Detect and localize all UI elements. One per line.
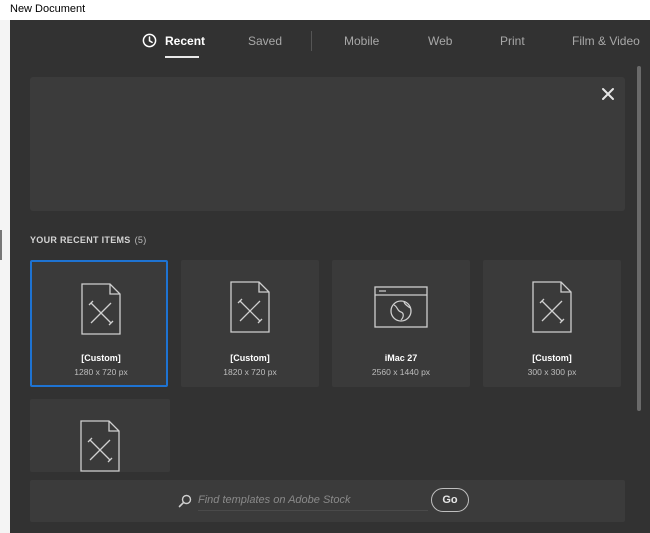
scrollbar-thumb[interactable] [637, 66, 641, 411]
background-window-mark [0, 230, 2, 260]
background-window-edge [0, 20, 10, 533]
stock-search-bar: Go [30, 480, 625, 522]
close-icon[interactable] [598, 84, 618, 104]
tab-film-video[interactable]: Film & Video [572, 34, 640, 48]
recent-item-card[interactable]: [Custom] 1280 x 720 px [30, 260, 168, 387]
scrollbar[interactable] [637, 66, 641, 466]
category-tabs: Recent Saved Mobile Web Print Film & Vid… [10, 20, 650, 60]
active-tab-indicator [165, 56, 199, 58]
tab-divider [311, 31, 312, 51]
recent-item-card[interactable]: [Custom] 1820 x 720 px [181, 260, 319, 387]
recent-item-dimensions: 2560 x 1440 px [371, 367, 431, 377]
document-pencil-icon [81, 283, 121, 335]
tab-web[interactable]: Web [428, 34, 452, 48]
stock-search-input[interactable] [198, 490, 428, 511]
recent-item-name: iMac 27 [384, 353, 418, 363]
window-title: New Document [10, 3, 86, 15]
recent-item-card[interactable]: iMac 27 2560 x 1440 px [332, 260, 470, 387]
window-titlebar: New Document [0, 0, 650, 20]
tab-recent[interactable]: Recent [165, 34, 205, 48]
recent-item-name: [Custom] [230, 353, 270, 363]
search-icon [178, 494, 192, 508]
document-pencil-icon [532, 281, 572, 333]
new-document-dialog: Recent Saved Mobile Web Print Film & Vid… [10, 20, 650, 533]
recent-item-dimensions: 1820 x 720 px [223, 367, 277, 377]
document-pencil-icon [80, 420, 120, 472]
document-pencil-icon [230, 281, 270, 333]
recent-item-name: [Custom] [532, 353, 572, 363]
go-button[interactable]: Go [431, 488, 469, 512]
recent-item-card[interactable]: [Custom] 300 x 300 px [483, 260, 621, 387]
tab-mobile[interactable]: Mobile [344, 34, 379, 48]
recent-item-name: [Custom] [81, 353, 121, 363]
tab-print[interactable]: Print [500, 34, 525, 48]
recent-item-card[interactable] [30, 399, 170, 472]
browser-globe-icon [374, 286, 428, 328]
recent-item-dimensions: 1280 x 720 px [74, 367, 128, 377]
tab-saved[interactable]: Saved [248, 34, 282, 48]
clock-icon [142, 33, 157, 48]
promo-banner [30, 77, 625, 211]
recent-item-dimensions: 300 x 300 px [527, 367, 577, 377]
recent-items-heading: YOUR RECENT ITEMS (5) [30, 235, 147, 245]
recent-items-count: (5) [134, 235, 147, 245]
recent-items-heading-label: YOUR RECENT ITEMS [30, 235, 131, 245]
